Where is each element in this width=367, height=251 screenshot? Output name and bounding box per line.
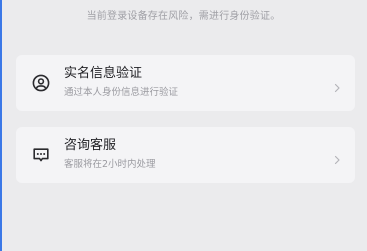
chevron-right-icon [333,78,341,93]
window-left-edge [0,0,2,251]
risk-notice: 当前登录设备存在风险，需进行身份验证。 [86,11,281,22]
contact-support-subtitle: 客服将在2小时内处理 [64,159,156,170]
contact-support-title: 咨询客服 [64,138,117,153]
verify-identity-subtitle: 通过本人身份信息进行验证 [64,87,179,98]
verify-identity-option[interactable]: 实名信息验证 通过本人身份信息进行验证 [16,55,355,111]
user-circle-icon [32,74,50,92]
contact-support-option[interactable]: 咨询客服 客服将在2小时内处理 [16,127,355,183]
chevron-right-icon [333,150,341,165]
chat-bubble-icon [32,146,50,164]
verify-identity-title: 实名信息验证 [64,66,143,81]
